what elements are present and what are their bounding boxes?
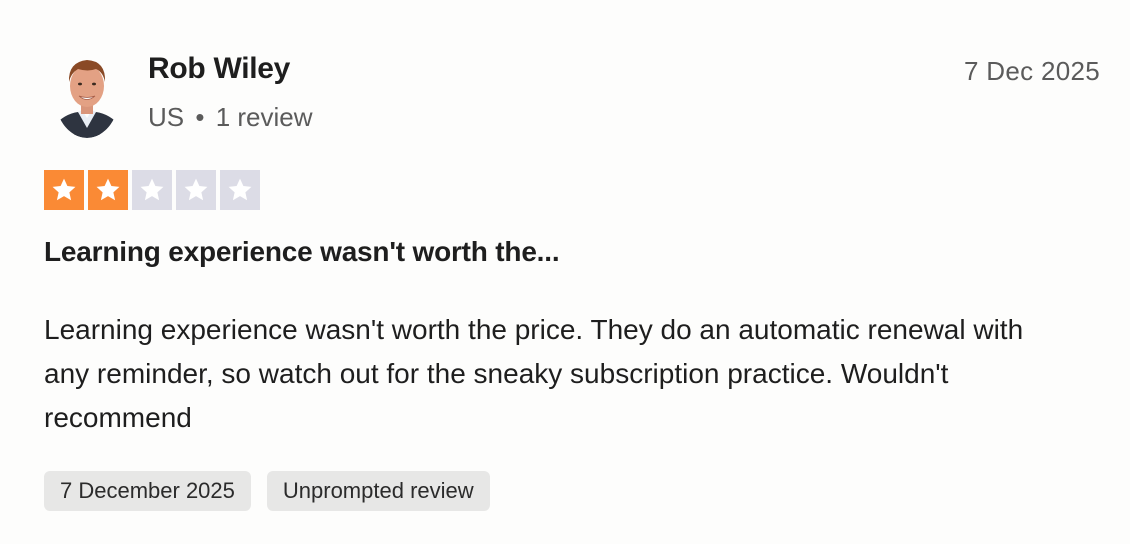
review-type-tag[interactable]: Unprompted review (266, 471, 490, 511)
review-body: Learning experience wasn't worth the pri… (44, 314, 1024, 433)
star-icon (140, 178, 164, 201)
star-icon (52, 178, 76, 201)
reviewer-review-count: 1 review (215, 102, 313, 132)
avatar-photo-icon (54, 48, 120, 138)
star-icon (96, 178, 120, 201)
review-title[interactable]: Learning experience wasn't worth the... (44, 236, 560, 268)
star-icon (184, 178, 208, 201)
star-filled (44, 170, 84, 210)
reviewer-meta: US • 1 review (148, 102, 313, 133)
star-empty (132, 170, 172, 210)
reviewer-avatar[interactable] (54, 48, 120, 138)
experience-date-tag: 7 December 2025 (44, 471, 251, 511)
star-filled (88, 170, 128, 210)
review-header: Rob Wiley US • 1 review 7 Dec 2025 (44, 44, 1104, 144)
meta-separator: • (195, 102, 205, 132)
star-icon (228, 178, 252, 201)
review-date: 7 Dec 2025 (964, 56, 1100, 86)
star-rating (44, 170, 260, 210)
star-empty (176, 170, 216, 210)
reviewer-country: US (148, 102, 185, 132)
review-tags: 7 December 2025 Unprompted review (44, 471, 490, 511)
star-empty (220, 170, 260, 210)
review-card: Rob Wiley US • 1 review 7 Dec 2025 Learn… (0, 0, 1130, 544)
reviewer-name[interactable]: Rob Wiley (148, 52, 290, 86)
